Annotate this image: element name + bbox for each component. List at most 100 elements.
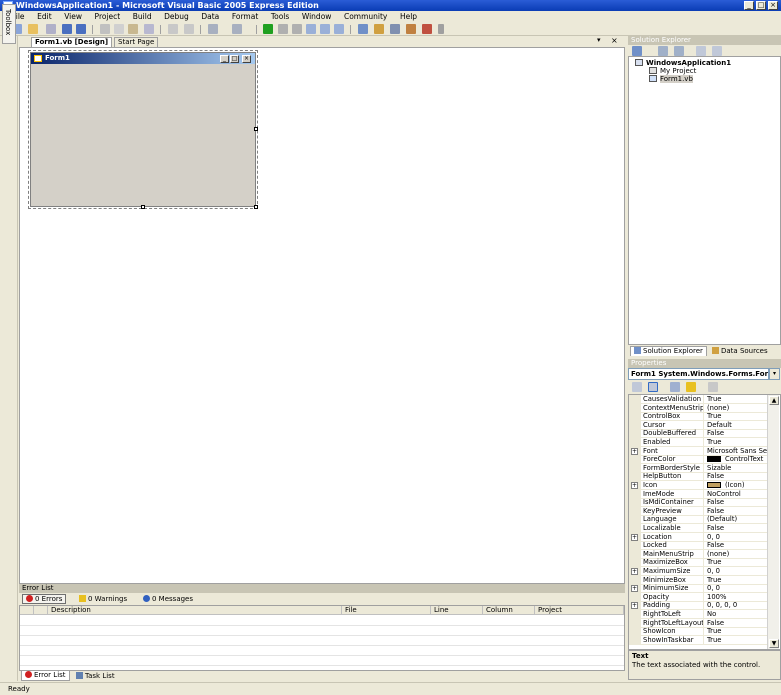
tree-item-solution[interactable]: WindowsApplication1 [635,59,731,67]
menu-community[interactable]: Community [344,11,387,23]
expand-icon[interactable]: + [631,533,638,541]
tab-data-sources[interactable]: Data Sources [708,346,772,356]
solution-explorer-icon[interactable] [358,24,368,34]
column-header-file[interactable]: File [342,606,431,615]
expand-icon[interactable]: + [631,585,638,593]
errors-filter-button[interactable]: 0 Errors [22,594,67,604]
cut-icon[interactable] [100,24,110,34]
expand-icon[interactable]: + [631,602,638,610]
properties-window-icon[interactable] [374,24,384,34]
error-list-toolbar: 0 Errors 0 Warnings 0 Messages [19,593,625,605]
properties-view-icon[interactable] [670,382,680,392]
pause-icon[interactable] [278,24,288,34]
view-code-icon[interactable] [696,46,706,56]
save-all-icon[interactable] [76,24,86,34]
menu-tools[interactable]: Tools [271,11,289,23]
expand-icon[interactable]: + [631,447,638,455]
table-row [20,645,624,646]
scroll-up-icon[interactable]: ▲ [769,396,779,405]
redo-icon[interactable] [232,24,242,34]
toolbar-options-icon[interactable] [438,24,444,34]
stop-icon[interactable] [292,24,302,34]
property-value-text: False [707,498,725,507]
undo-icon[interactable] [208,24,218,34]
uncomment-icon[interactable] [184,24,194,34]
menu-format[interactable]: Format [232,11,258,23]
column-header-line[interactable]: Line [431,606,483,615]
refresh-icon[interactable] [674,46,684,56]
menu-window[interactable]: Window [302,11,332,23]
document-list-dropdown[interactable]: ▾ [597,36,601,44]
view-designer-icon[interactable] [712,46,722,56]
project-icon [635,59,643,66]
expand-icon[interactable]: + [631,568,638,575]
start-debugging-icon[interactable] [263,24,273,34]
copy-icon[interactable] [114,24,124,34]
object-browser-icon[interactable] [390,24,400,34]
start-page-icon[interactable] [422,24,432,34]
categorized-icon[interactable] [632,382,642,392]
step-over-icon[interactable] [320,24,330,34]
tab-error-list[interactable]: Error List [21,671,70,681]
form1-designer[interactable]: Form1 _ □ × [28,50,258,209]
tab-task-list[interactable]: Task List [72,671,119,681]
menu-help[interactable]: Help [400,11,417,23]
resize-handle-bottom[interactable] [141,205,145,209]
property-pages-icon[interactable] [708,382,718,392]
property-row-gutter [629,635,641,645]
column-header-icon[interactable] [20,606,34,615]
paste-icon[interactable] [128,24,138,34]
scroll-down-icon[interactable]: ▼ [769,639,779,648]
toolbox-icon[interactable] [406,24,416,34]
minimize-button[interactable]: _ [744,1,754,10]
object-selector-dropdown[interactable]: ▾ [769,368,780,380]
menu-view[interactable]: View [64,11,82,23]
tab-solution-explorer[interactable]: Solution Explorer [630,346,707,356]
show-all-files-icon[interactable] [658,46,668,56]
status-text: Ready [8,685,30,693]
column-header-number[interactable] [34,606,48,615]
tree-item-form1[interactable]: Form1.vb [649,75,693,83]
properties-icon[interactable] [632,46,642,56]
alphabetical-icon[interactable] [648,382,658,392]
menu-project[interactable]: Project [95,11,121,23]
warnings-filter-button[interactable]: 0 Warnings [75,594,131,604]
object-selector[interactable]: Form1 System.Windows.Forms.Form [628,368,769,380]
events-icon[interactable] [686,382,696,392]
property-row[interactable]: ShowInTaskbar True [629,635,767,645]
close-button[interactable]: × [768,1,778,10]
menu-build[interactable]: Build [133,11,152,23]
tab-form1-design[interactable]: Form1.vb [Design] [31,37,113,47]
add-item-icon[interactable] [46,24,56,34]
column-header-description[interactable]: Description [48,606,342,615]
column-header-project[interactable]: Project [535,606,624,615]
property-grid-scrollbar[interactable]: ▲ ▼ [767,395,779,649]
tree-item-my-project[interactable]: My Project [649,67,696,75]
menu-debug[interactable]: Debug [164,11,189,23]
property-value-text: True [707,412,722,421]
property-value-text: ControlText [725,455,764,464]
menu-data[interactable]: Data [201,11,219,23]
column-header-column[interactable]: Column [483,606,535,615]
step-into-icon[interactable] [306,24,316,34]
form-minimize-icon: _ [220,55,229,63]
toolbox-tab[interactable]: Toolbox [2,4,16,44]
menu-edit[interactable]: Edit [37,11,52,23]
maximize-button[interactable]: □ [756,1,766,10]
property-value-text: False [707,472,725,481]
resize-handle-right[interactable] [254,127,258,131]
tab-start-page[interactable]: Start Page [114,37,159,47]
step-out-icon[interactable] [334,24,344,34]
expand-icon[interactable]: + [631,482,638,489]
property-value-text: True [707,438,722,446]
property-value[interactable]: True [705,636,767,645]
save-icon[interactable] [62,24,72,34]
comment-icon[interactable] [168,24,178,34]
close-document-button[interactable]: × [611,36,618,45]
messages-filter-button[interactable]: 0 Messages [139,594,197,604]
tree-item-label: My Project [660,67,697,75]
find-icon[interactable] [144,24,154,34]
property-value-text: 100% [707,592,727,601]
resize-handle-corner[interactable] [254,205,258,209]
open-file-icon[interactable] [28,24,38,34]
